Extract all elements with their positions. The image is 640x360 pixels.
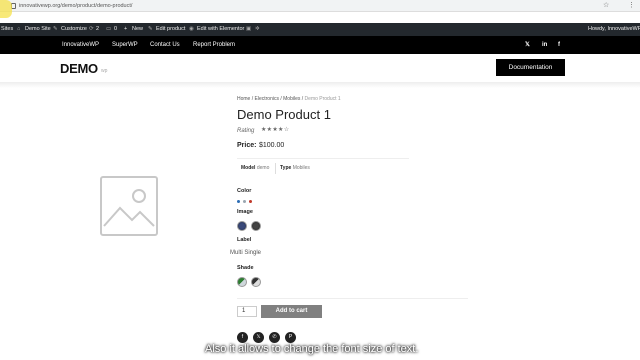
- settings-icon: ✲: [255, 26, 260, 32]
- brush-icon: ✎: [53, 26, 58, 32]
- meta-type: Type Mobiles: [280, 166, 310, 171]
- image-attribute-label: Image: [237, 209, 253, 215]
- nav-item-report-problem[interactable]: Report Problem: [193, 36, 235, 54]
- color-attribute-label: Color: [237, 188, 252, 194]
- admin-customize-link[interactable]: Customize: [61, 23, 87, 36]
- divider: [237, 158, 409, 159]
- twitter-icon[interactable]: 𝕏: [253, 332, 264, 343]
- product-image-placeholder[interactable]: [100, 176, 158, 236]
- browser-address-bar[interactable]: innovativewp.org/demo/product/demo-produ…: [0, 0, 640, 12]
- breadcrumb: Home / Electronics / Mobiles / Demo Prod…: [237, 97, 341, 102]
- label-attribute-label: Label: [237, 237, 252, 243]
- price-value: $100.00: [259, 142, 285, 149]
- image-placeholder-icon: [103, 189, 155, 227]
- nav-item-innovativewp[interactable]: InnovativeWP: [62, 36, 99, 54]
- pinterest-icon[interactable]: P: [285, 332, 296, 343]
- shade-swatch-gray[interactable]: [251, 277, 261, 287]
- meta-model: Model demo: [241, 166, 269, 171]
- twitter-icon[interactable]: 𝕏: [525, 36, 530, 54]
- comment-icon: ▭: [106, 26, 112, 32]
- header-shadow: [0, 82, 640, 88]
- meta-type-key: Type: [280, 165, 292, 171]
- color-swatch-gray[interactable]: [243, 200, 246, 203]
- meta-separator: [275, 163, 276, 174]
- breadcrumb-current: Demo Product 1: [304, 96, 341, 102]
- video-subtitle: Also it allows to change the font size o…: [205, 343, 419, 355]
- breadcrumb-mobiles[interactable]: Mobiles: [283, 96, 300, 102]
- wp-admin-bar: Sites ⌂ Demo Site ✎ Customize ⟳ 2 ▭ 0 + …: [0, 23, 640, 36]
- color-swatch-blue[interactable]: [237, 200, 240, 203]
- admin-user-greeting[interactable]: Howdy, InnovativeWP: [588, 23, 640, 36]
- image-swatch-black[interactable]: [251, 221, 261, 231]
- product-title: Demo Product 1: [237, 107, 331, 122]
- kebab-menu-icon[interactable]: ⋮: [628, 1, 635, 11]
- updates-icon: ⟳: [89, 26, 94, 32]
- breadcrumb-electronics[interactable]: Electronics: [255, 96, 279, 102]
- plus-icon: +: [124, 26, 128, 32]
- cart-icon: ▣: [246, 26, 252, 32]
- quantity-input[interactable]: 1: [237, 306, 257, 317]
- main-navigation: InnovativeWP SuperWP Contact Us Report P…: [0, 36, 640, 54]
- facebook-icon[interactable]: f: [558, 36, 560, 54]
- documentation-button[interactable]: Documentation: [496, 59, 565, 76]
- pencil-icon: ✎: [148, 26, 153, 32]
- admin-elementor-link[interactable]: Edit with Elementor: [197, 23, 244, 36]
- admin-sites-link[interactable]: Sites: [1, 23, 13, 36]
- price-label: Price:: [237, 142, 257, 149]
- add-to-cart-button[interactable]: Add to cart: [261, 305, 322, 318]
- image-swatch-navy[interactable]: [237, 221, 247, 231]
- site-logo[interactable]: DEMO: [60, 61, 98, 76]
- facebook-icon[interactable]: f: [237, 332, 248, 343]
- meta-model-value: demo: [256, 165, 270, 171]
- whatsapp-icon[interactable]: ✆: [269, 332, 280, 343]
- cursor-highlight: [0, 0, 12, 18]
- admin-comments-count[interactable]: 0: [114, 23, 117, 36]
- nav-item-superwp[interactable]: SuperWP: [112, 36, 138, 54]
- divider: [237, 298, 468, 299]
- nav-item-contact-us[interactable]: Contact Us: [150, 36, 180, 54]
- admin-site-name-link[interactable]: Demo Site: [25, 23, 51, 36]
- shade-swatch-green[interactable]: [237, 277, 247, 287]
- elementor-icon: ◉: [189, 26, 194, 32]
- address-url[interactable]: innovativewp.org/demo/product/demo-produ…: [19, 1, 132, 11]
- admin-edit-product-link[interactable]: Edit product: [156, 23, 185, 36]
- home-icon: ⌂: [17, 26, 21, 32]
- rating-stars: ★★★★☆: [261, 127, 290, 133]
- shade-attribute-label: Shade: [237, 265, 254, 271]
- site-logo-suffix: wp: [101, 68, 108, 74]
- label-attribute-options[interactable]: Multi Single: [230, 250, 261, 256]
- breadcrumb-home[interactable]: Home: [237, 96, 250, 102]
- linkedin-icon[interactable]: in: [542, 36, 547, 54]
- admin-updates-count[interactable]: 2: [96, 23, 99, 36]
- color-swatch-red[interactable]: [249, 200, 252, 203]
- meta-model-key: Model: [241, 165, 256, 171]
- admin-new-link[interactable]: New: [132, 23, 143, 36]
- star-icon[interactable]: ☆: [603, 1, 609, 11]
- rating-label: Rating: [237, 128, 255, 134]
- meta-type-value: Mobiles: [292, 165, 310, 171]
